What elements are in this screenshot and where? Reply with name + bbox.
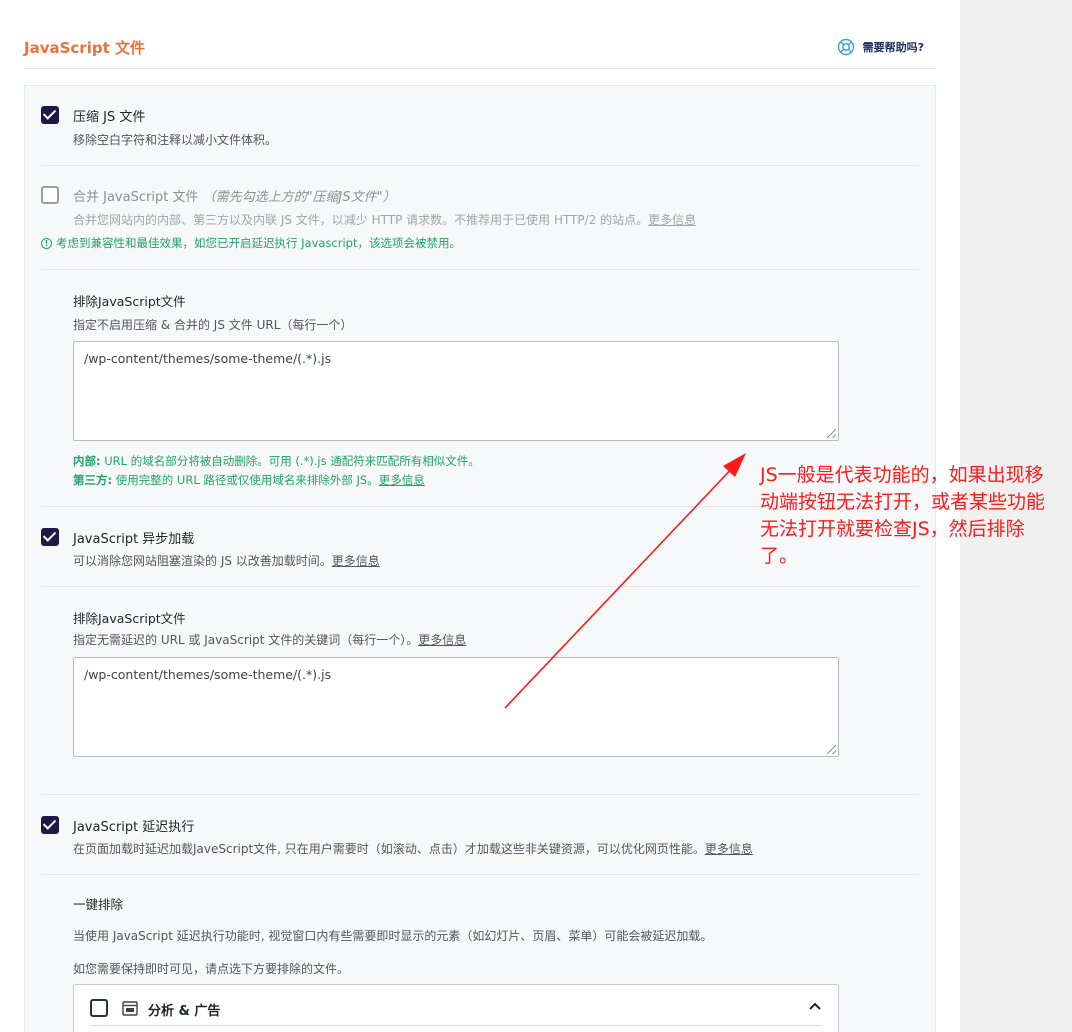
annotation-text: JS一般是代表功能的，如果出现移动端按钮无法打开，或者某些功能无法打开就要检查J… — [760, 464, 1046, 567]
